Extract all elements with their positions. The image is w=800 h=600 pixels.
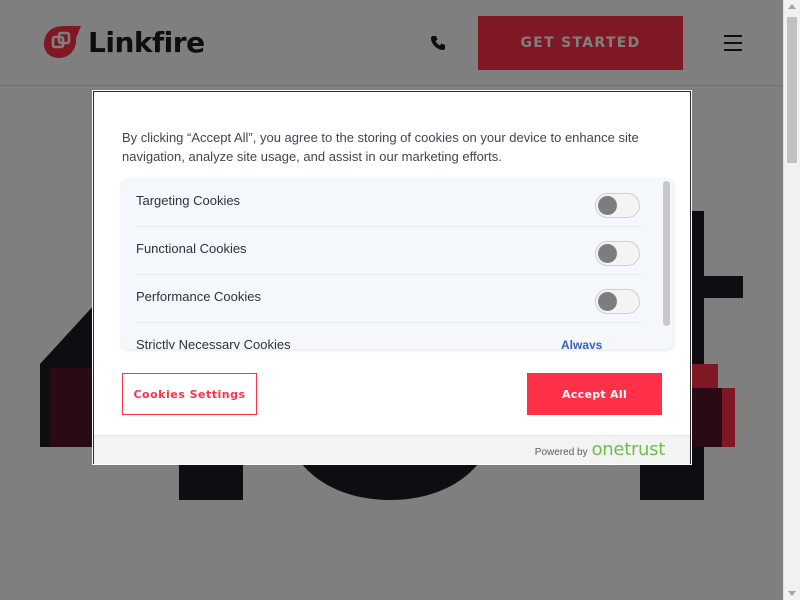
cookie-consent-dialog: By clicking “Accept All”, you agree to t… [92, 90, 692, 465]
page-scroll-thumb[interactable] [787, 17, 797, 163]
always-active-status: Always Active [561, 338, 603, 349]
toggle-knob [598, 196, 617, 215]
scroll-down-arrow-icon[interactable] [788, 591, 796, 596]
cookie-category-label: Functional Cookies [136, 241, 247, 256]
powered-by-onetrust-link[interactable]: Powered by onetrust [534, 439, 666, 460]
preferences-scroll-thumb[interactable] [663, 181, 670, 326]
cookie-preferences-list: Targeting Cookies Functional Cookies Per… [122, 179, 673, 349]
cookie-category-performance: Performance Cookies [136, 275, 641, 323]
cookie-description: By clicking “Accept All”, you agree to t… [122, 130, 639, 164]
toggle-knob [598, 292, 617, 311]
dialog-footer: Powered by onetrust [94, 435, 690, 464]
accept-all-button[interactable]: Accept All [527, 373, 662, 415]
toggle-knob [598, 244, 617, 263]
targeting-cookies-toggle[interactable] [595, 193, 640, 218]
page-scrollbar[interactable] [783, 0, 800, 600]
powered-by-label: Powered by [534, 447, 588, 458]
cookie-category-label: Strictly Necessary Cookies [136, 337, 291, 349]
functional-cookies-toggle[interactable] [595, 241, 640, 266]
onetrust-logo: onetrust [591, 439, 666, 460]
cookies-settings-button[interactable]: Cookies Settings [122, 373, 257, 415]
scroll-up-arrow-icon[interactable] [788, 4, 796, 9]
performance-cookies-toggle[interactable] [595, 289, 640, 314]
cookie-category-label: Targeting Cookies [136, 193, 241, 208]
cookie-category-targeting: Targeting Cookies [136, 179, 641, 227]
cookie-category-strictly-necessary: Strictly Necessary Cookies Always Active [136, 323, 641, 349]
cookie-category-functional: Functional Cookies [136, 227, 641, 275]
cookie-category-label: Performance Cookies [136, 289, 261, 304]
